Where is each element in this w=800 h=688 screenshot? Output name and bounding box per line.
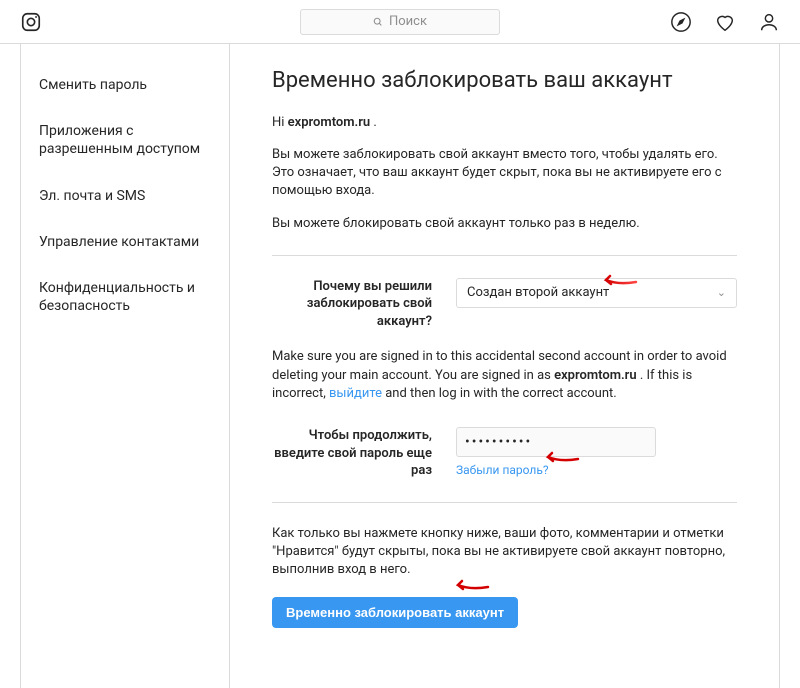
sidebar-item-label: Конфиденциальность и безопасность xyxy=(39,280,195,314)
info-text-c: and then log in with the correct account… xyxy=(382,386,617,401)
topbar: Поиск xyxy=(0,0,800,44)
password-input[interactable]: •••••••••• xyxy=(456,427,656,457)
username: expromtom.ru xyxy=(288,115,371,130)
password-masked: •••••••••• xyxy=(465,434,532,450)
username-inline: expromtom.ru xyxy=(554,368,637,383)
description-1: Вы можете заблокировать свой аккаунт вме… xyxy=(272,146,737,201)
sidebar-item-email-sms[interactable]: Эл. почта и SMS xyxy=(21,173,229,219)
disable-account-button[interactable]: Временно заблокировать аккаунт xyxy=(272,597,518,628)
sidebar-item-label: Эл. почта и SMS xyxy=(39,188,145,204)
reason-control: Создан второй аккаунт ⌄ xyxy=(456,278,737,331)
forgot-password-link[interactable]: Забыли пароль? xyxy=(456,463,737,477)
description-2: Вы можете блокировать свой аккаунт тольк… xyxy=(272,215,737,233)
sidebar-item-label: Приложения с разрешенным доступом xyxy=(39,123,200,157)
search-input[interactable]: Поиск xyxy=(300,9,500,35)
content: Временно заблокировать ваш аккаунт Hi ex… xyxy=(230,44,780,688)
sidebar-item-label: Управление контактами xyxy=(39,234,199,250)
instagram-logo-icon[interactable] xyxy=(20,11,42,33)
final-text: Как только вы нажмете кнопку ниже, ваши … xyxy=(272,525,737,580)
topbar-right xyxy=(670,11,780,33)
search-icon xyxy=(373,17,383,27)
sidebar-item-label: Сменить пароль xyxy=(39,77,147,93)
search-placeholder: Поиск xyxy=(389,14,427,29)
password-row: Чтобы продолжить, введите свой пароль ещ… xyxy=(272,427,737,480)
chevron-down-icon: ⌄ xyxy=(717,286,726,299)
password-control: •••••••••• Забыли пароль? xyxy=(456,427,737,480)
annotation-arrow-icon xyxy=(450,578,490,592)
logout-link[interactable]: выйдите xyxy=(329,386,382,401)
greeting-prefix: Hi xyxy=(272,115,288,130)
main-wrap: Сменить пароль Приложения с разрешенным … xyxy=(0,44,800,688)
explore-icon[interactable] xyxy=(670,11,692,33)
divider-1 xyxy=(272,255,737,256)
sidebar-item-contacts[interactable]: Управление контактами xyxy=(21,219,229,265)
reason-label: Почему вы решили заблокировать свой акка… xyxy=(272,278,432,331)
reason-selected-value: Создан второй аккаунт xyxy=(467,285,609,300)
divider-2 xyxy=(272,502,737,503)
greeting-suffix: . xyxy=(370,115,377,130)
reason-select[interactable]: Создан второй аккаунт ⌄ xyxy=(456,278,737,308)
sidebar-item-password[interactable]: Сменить пароль xyxy=(21,62,229,108)
page-title: Временно заблокировать ваш аккаунт xyxy=(272,68,737,93)
sidebar: Сменить пароль Приложения с разрешенным … xyxy=(20,44,230,688)
password-label: Чтобы продолжить, введите свой пароль ещ… xyxy=(272,427,432,480)
search-container: Поиск xyxy=(300,9,500,35)
heart-icon[interactable] xyxy=(714,11,736,33)
profile-icon[interactable] xyxy=(758,11,780,33)
signin-warning: Make sure you are signed in to this acci… xyxy=(272,348,737,403)
sidebar-item-apps[interactable]: Приложения с разрешенным доступом xyxy=(21,108,229,172)
reason-row: Почему вы решили заблокировать свой акка… xyxy=(272,278,737,331)
greeting: Hi expromtom.ru . xyxy=(272,115,737,130)
sidebar-item-privacy[interactable]: Конфиденциальность и безопасность xyxy=(21,265,229,329)
